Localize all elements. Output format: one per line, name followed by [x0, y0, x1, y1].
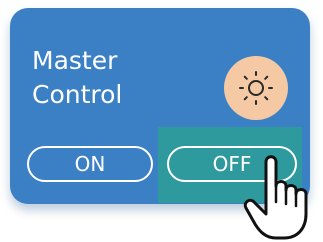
sun-badge — [224, 56, 288, 120]
title-line-1: Master — [32, 46, 118, 75]
on-button[interactable]: ON — [27, 146, 153, 182]
card-title: Master Control — [32, 44, 122, 112]
sun-icon — [239, 71, 273, 105]
title-line-2: Control — [32, 80, 123, 109]
stage: Master Control ON OFF — [0, 0, 323, 242]
hand-pointer-icon — [243, 155, 308, 240]
